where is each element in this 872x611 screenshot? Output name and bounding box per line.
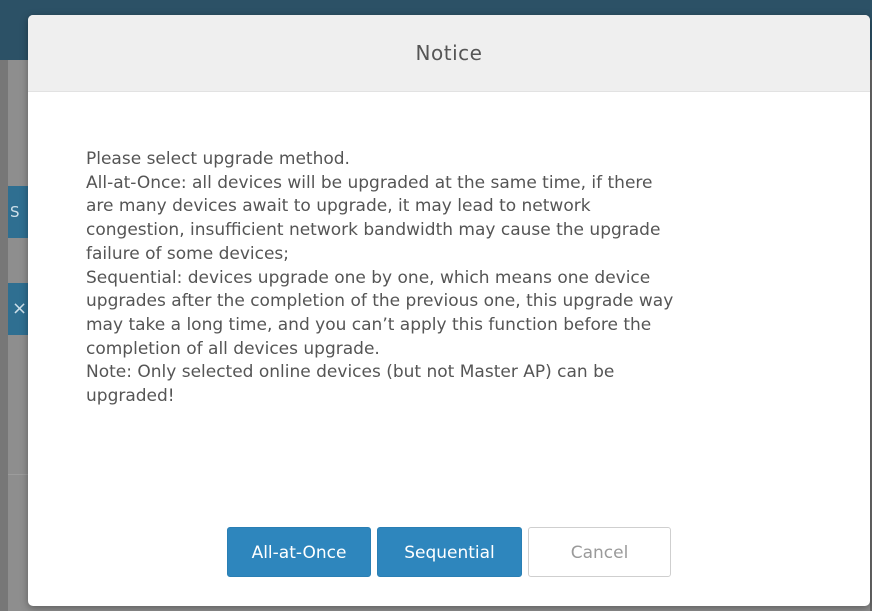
cancel-button[interactable]: Cancel (528, 527, 671, 577)
dialog-footer: All-at-Once Sequential Cancel (28, 527, 870, 579)
message-line: All-at-Once: all devices will be upgrade… (86, 172, 653, 193)
notice-dialog: Notice Please select upgrade method. All… (28, 15, 870, 606)
message-line: Please select upgrade method. (86, 149, 350, 169)
message-line: congestion, insufficient network bandwid… (86, 220, 661, 241)
message-line: failure of some devices; (86, 243, 289, 264)
dialog-message: Please select upgrade method. All-at-Onc… (86, 148, 826, 409)
dialog-title: Notice (415, 41, 483, 65)
message-line: Sequential: devices upgrade one by one, … (86, 267, 651, 288)
message-line: completion of all devices upgrade. (86, 338, 380, 359)
sequential-button[interactable]: Sequential (377, 527, 522, 577)
message-line: may take a long time, and you can’t appl… (86, 314, 652, 335)
message-line: upgraded! (86, 386, 175, 407)
message-line: upgrades after the completion of the pre… (86, 291, 674, 312)
dialog-header: Notice (28, 15, 870, 92)
all-at-once-button[interactable]: All-at-Once (227, 527, 371, 577)
message-line: Note: Only selected online devices (but … (86, 362, 615, 383)
message-line: are many devices await to upgrade, it ma… (86, 196, 591, 217)
